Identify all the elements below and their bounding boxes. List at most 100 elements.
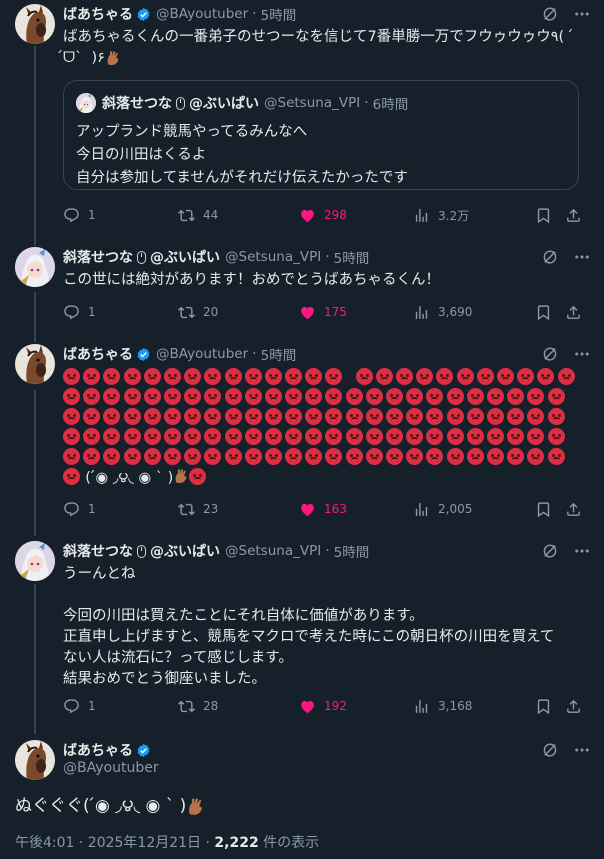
angry-face-icon <box>264 428 282 445</box>
grok-icon[interactable] <box>540 247 560 267</box>
views-icon <box>413 207 430 224</box>
author-handle[interactable]: @BAyoutuber <box>156 346 248 362</box>
anime-girl-avatar[interactable] <box>15 541 55 581</box>
angry-face-icon <box>63 368 80 385</box>
grok-icon[interactable] <box>540 740 560 760</box>
angry-face-icon <box>103 388 121 405</box>
like-button[interactable]: 175 <box>299 304 347 321</box>
retweet-button[interactable]: 28 <box>178 698 218 715</box>
views-button[interactable]: 3.2万 <box>413 207 469 224</box>
like-button[interactable]: 298 <box>299 207 347 224</box>
author-handle[interactable]: @BAyoutuber <box>156 6 248 22</box>
angry-face-icon <box>83 368 101 385</box>
grok-icon[interactable] <box>540 541 560 561</box>
timestamp[interactable]: 5時間 <box>261 4 297 24</box>
anime-girl-avatar[interactable] <box>15 247 55 287</box>
reply-button[interactable]: 1 <box>63 207 96 224</box>
more-icon[interactable] <box>572 247 592 267</box>
more-icon[interactable] <box>572 541 592 561</box>
retweet-icon <box>178 501 195 518</box>
author-name[interactable]: ばあちゃる <box>63 344 133 364</box>
angry-face-icon <box>456 368 474 385</box>
retweet-count: 20 <box>203 305 219 319</box>
share-button[interactable] <box>565 304 590 321</box>
angry-face-icon <box>375 368 393 385</box>
like-button[interactable]: 192 <box>299 698 347 715</box>
views-button[interactable]: 3,168 <box>413 698 472 715</box>
share-button[interactable] <box>565 501 590 518</box>
reply-button[interactable]: 1 <box>63 698 96 715</box>
angry-face-icon <box>63 468 80 485</box>
verified-icon <box>136 743 151 758</box>
author-name[interactable]: 斜落せつな <box>63 247 133 267</box>
angry-face-icon <box>507 388 525 405</box>
angry-face-icon <box>406 428 424 445</box>
timestamp[interactable]: 5時間 <box>261 344 297 364</box>
bookmark-button[interactable] <box>535 207 560 224</box>
bookmark-button[interactable] <box>535 698 560 715</box>
retweet-icon <box>178 698 195 715</box>
tweet[interactable]: ばあちゃる @BAyoutuber · 5時間 ばあちゃるくんの一番弟子のせつー… <box>0 0 604 235</box>
angry-face-icon <box>446 428 464 445</box>
angry-face-icon <box>486 428 504 445</box>
author-handle[interactable]: @BAyoutuber <box>63 760 159 776</box>
more-icon[interactable] <box>572 4 592 24</box>
author-name[interactable]: ばあちゃる <box>63 4 133 24</box>
retweet-button[interactable]: 44 <box>178 207 218 224</box>
like-count: 298 <box>324 208 347 222</box>
angry-face-icon <box>446 408 464 425</box>
author-name[interactable]: ばあちゃる <box>63 740 133 760</box>
reply-icon <box>63 501 80 518</box>
angry-face-icon <box>345 448 363 465</box>
author-name-suffix[interactable]: @ぶいぱい <box>150 247 220 267</box>
angry-face-icon <box>426 448 444 465</box>
quoted-tweet[interactable]: 斜落せつな @ぶいぱい @Setsuna_VPI · 6時間 アップランド競馬や… <box>63 80 579 190</box>
angry-face-icon <box>426 388 444 405</box>
share-icon <box>565 698 582 715</box>
quote-author-suffix: @ぶいぱい <box>189 96 259 112</box>
angry-face-icon <box>396 368 413 385</box>
author-handle[interactable]: @Setsuna_VPI <box>225 249 321 265</box>
angry-face-icon <box>547 448 565 465</box>
author-handle[interactable]: @Setsuna_VPI <box>225 543 321 559</box>
post-datetime[interactable]: 午後4:01 · 2025年12月21日 · <box>15 835 210 851</box>
reply-button[interactable]: 1 <box>63 304 96 321</box>
verified-icon <box>136 7 151 22</box>
angry-face-icon <box>264 448 282 465</box>
share-button[interactable] <box>565 207 590 224</box>
views-button[interactable]: 3,690 <box>413 304 472 321</box>
author-name[interactable]: 斜落せつな <box>63 541 133 561</box>
views-button[interactable]: 2,005 <box>413 501 472 518</box>
grok-icon[interactable] <box>540 344 560 364</box>
angry-face-icon <box>189 468 207 485</box>
separator: · <box>325 249 330 265</box>
author-name-suffix[interactable]: @ぶいぱい <box>150 541 220 561</box>
retweet-button[interactable]: 23 <box>178 501 218 518</box>
reply-button[interactable]: 1 <box>63 501 96 518</box>
more-icon[interactable] <box>572 344 592 364</box>
view-total: 2,222 <box>214 835 259 851</box>
timestamp[interactable]: 5時間 <box>334 247 370 267</box>
angry-face-icon <box>406 388 424 405</box>
verified-icon <box>136 347 151 362</box>
share-button[interactable] <box>565 698 590 715</box>
hand-emoji-icon <box>186 797 205 816</box>
like-button[interactable]: 163 <box>299 501 347 518</box>
grok-icon[interactable] <box>540 4 560 24</box>
emoji-row: ( ́◉ ◞౪◟ ◉ ` ) <box>63 468 583 488</box>
bookmark-button[interactable] <box>535 501 560 518</box>
timestamp[interactable]: 5時間 <box>334 541 370 561</box>
horse-avatar[interactable] <box>15 4 55 44</box>
angry-face-icon <box>103 408 121 425</box>
angry-face-icon <box>345 408 363 425</box>
retweet-button[interactable]: 20 <box>178 304 218 321</box>
more-icon[interactable] <box>572 740 592 760</box>
bookmark-button[interactable] <box>535 304 560 321</box>
angry-face-icon <box>224 368 242 385</box>
tweet[interactable]: 斜落せつな @ぶいぱい @Setsuna_VPI · 5時間 この世には絶対があ… <box>0 247 604 332</box>
horse-avatar[interactable] <box>15 740 55 780</box>
angry-face-icon <box>184 408 202 425</box>
horse-avatar[interactable] <box>15 344 55 384</box>
angry-face-icon <box>103 428 121 445</box>
tweet[interactable]: 斜落せつな @ぶいぱい @Setsuna_VPI · 5時間 うーんとね 今回の… <box>0 541 604 723</box>
